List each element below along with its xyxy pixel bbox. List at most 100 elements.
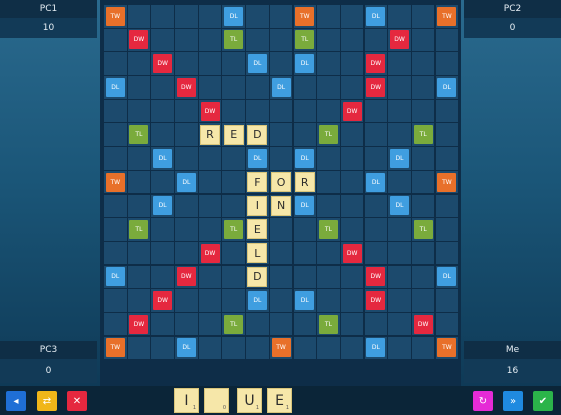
board-cell[interactable] bbox=[151, 123, 174, 146]
board-cell[interactable] bbox=[104, 123, 127, 146]
rack-tile[interactable]: E1 bbox=[267, 388, 292, 413]
board-cell[interactable] bbox=[246, 76, 269, 99]
board-cell[interactable] bbox=[127, 336, 151, 360]
board-cell[interactable] bbox=[435, 52, 459, 75]
board-cell[interactable] bbox=[175, 218, 198, 241]
board-cell[interactable]: TW bbox=[104, 5, 127, 28]
board-cell[interactable] bbox=[340, 170, 364, 194]
board-cell[interactable]: DW bbox=[151, 289, 174, 312]
board-cell[interactable] bbox=[435, 241, 459, 265]
board-cell[interactable] bbox=[364, 99, 388, 123]
board-cell[interactable]: DL bbox=[246, 52, 269, 75]
board-cell[interactable] bbox=[269, 5, 293, 28]
board-cell[interactable]: TL bbox=[317, 312, 340, 336]
board-cell[interactable]: DW bbox=[127, 312, 151, 336]
rack-tile[interactable]: I1 bbox=[174, 388, 199, 413]
board-cell[interactable]: DL bbox=[151, 194, 174, 217]
board-cell[interactable] bbox=[151, 241, 174, 265]
board-cell[interactable] bbox=[198, 194, 222, 217]
board-cell[interactable] bbox=[317, 99, 340, 123]
board-cell[interactable] bbox=[198, 28, 222, 52]
board-cell[interactable]: DL bbox=[246, 289, 269, 312]
board-cell[interactable] bbox=[198, 289, 222, 312]
board-cell[interactable] bbox=[151, 218, 174, 241]
board-cell[interactable] bbox=[127, 241, 151, 265]
board-cell[interactable] bbox=[222, 76, 245, 99]
shuffle-button[interactable]: ✕ bbox=[67, 391, 87, 411]
board-cell[interactable]: TL bbox=[317, 218, 340, 241]
board-cell[interactable] bbox=[222, 99, 245, 123]
board-cell[interactable] bbox=[175, 194, 198, 217]
board-cell[interactable] bbox=[246, 312, 269, 336]
board-cell[interactable] bbox=[222, 52, 245, 75]
board-cell[interactable]: TW bbox=[435, 5, 459, 28]
board-cell[interactable] bbox=[317, 28, 340, 52]
board-cell[interactable] bbox=[435, 289, 459, 312]
board-cell[interactable] bbox=[388, 336, 411, 360]
board-cell[interactable]: DL bbox=[388, 194, 411, 217]
board-cell[interactable] bbox=[222, 147, 245, 170]
board-cell[interactable]: TL bbox=[411, 218, 435, 241]
board-cell[interactable] bbox=[222, 170, 245, 194]
board-cell[interactable] bbox=[246, 336, 269, 360]
board-cell[interactable]: TL bbox=[411, 123, 435, 146]
board-cell[interactable] bbox=[411, 289, 435, 312]
board-cell[interactable] bbox=[127, 194, 151, 217]
board-cell[interactable] bbox=[340, 265, 364, 289]
board-cell[interactable] bbox=[293, 123, 316, 146]
board-cell[interactable]: TW bbox=[104, 170, 127, 194]
board-cell[interactable]: DL bbox=[388, 147, 411, 170]
board-cell[interactable] bbox=[364, 218, 388, 241]
board-cell[interactable]: DL bbox=[364, 170, 388, 194]
board-cell[interactable] bbox=[293, 312, 316, 336]
board-cell[interactable] bbox=[435, 28, 459, 52]
board-cell[interactable] bbox=[293, 241, 316, 265]
board-cell[interactable]: TL bbox=[293, 28, 316, 52]
board-cell[interactable]: DW bbox=[364, 52, 388, 75]
board-cell[interactable]: DW bbox=[127, 28, 151, 52]
board-cell[interactable]: N bbox=[269, 194, 293, 217]
board-cell[interactable] bbox=[222, 336, 245, 360]
board-cell[interactable] bbox=[151, 28, 174, 52]
board-cell[interactable]: D bbox=[246, 123, 269, 146]
board-cell[interactable]: DW bbox=[388, 28, 411, 52]
board-cell[interactable]: DL bbox=[151, 147, 174, 170]
board-cell[interactable] bbox=[435, 147, 459, 170]
board-cell[interactable] bbox=[340, 123, 364, 146]
board-cell[interactable]: DL bbox=[435, 76, 459, 99]
board-cell[interactable] bbox=[388, 76, 411, 99]
board-cell[interactable] bbox=[222, 194, 245, 217]
board-cell[interactable] bbox=[198, 218, 222, 241]
board-cell[interactable]: DL bbox=[435, 265, 459, 289]
board-cell[interactable] bbox=[198, 312, 222, 336]
board-cell[interactable]: DW bbox=[198, 99, 222, 123]
board-cell[interactable] bbox=[175, 28, 198, 52]
board-cell[interactable] bbox=[388, 99, 411, 123]
board-cell[interactable] bbox=[269, 218, 293, 241]
board-cell[interactable]: TL bbox=[127, 218, 151, 241]
board-cell[interactable] bbox=[104, 28, 127, 52]
board-cell[interactable]: DL bbox=[364, 336, 388, 360]
game-board[interactable]: TW DL TW DL TW DW TL TL DW DW DL DL DW DL DW DL DW DL DW DW… bbox=[104, 5, 459, 360]
board-cell[interactable]: E bbox=[246, 218, 269, 241]
board-cell[interactable]: DL bbox=[175, 336, 198, 360]
board-cell[interactable] bbox=[269, 99, 293, 123]
board-cell[interactable] bbox=[151, 5, 174, 28]
board-cell[interactable] bbox=[317, 170, 340, 194]
board-cell[interactable] bbox=[104, 99, 127, 123]
board-cell[interactable] bbox=[340, 336, 364, 360]
board-cell[interactable] bbox=[127, 289, 151, 312]
rack-tile[interactable]: U1 bbox=[237, 388, 262, 413]
board-cell[interactable] bbox=[104, 241, 127, 265]
board-cell[interactable]: DW bbox=[364, 76, 388, 99]
board-cell[interactable] bbox=[340, 76, 364, 99]
board-cell[interactable] bbox=[388, 241, 411, 265]
board-cell[interactable]: DW bbox=[411, 312, 435, 336]
board-cell[interactable]: E bbox=[222, 123, 245, 146]
board-cell[interactable] bbox=[293, 218, 316, 241]
board-cell[interactable] bbox=[269, 289, 293, 312]
board-cell[interactable] bbox=[246, 28, 269, 52]
board-cell[interactable]: D bbox=[246, 265, 269, 289]
board-cell[interactable]: DW bbox=[151, 52, 174, 75]
board-cell[interactable] bbox=[388, 312, 411, 336]
